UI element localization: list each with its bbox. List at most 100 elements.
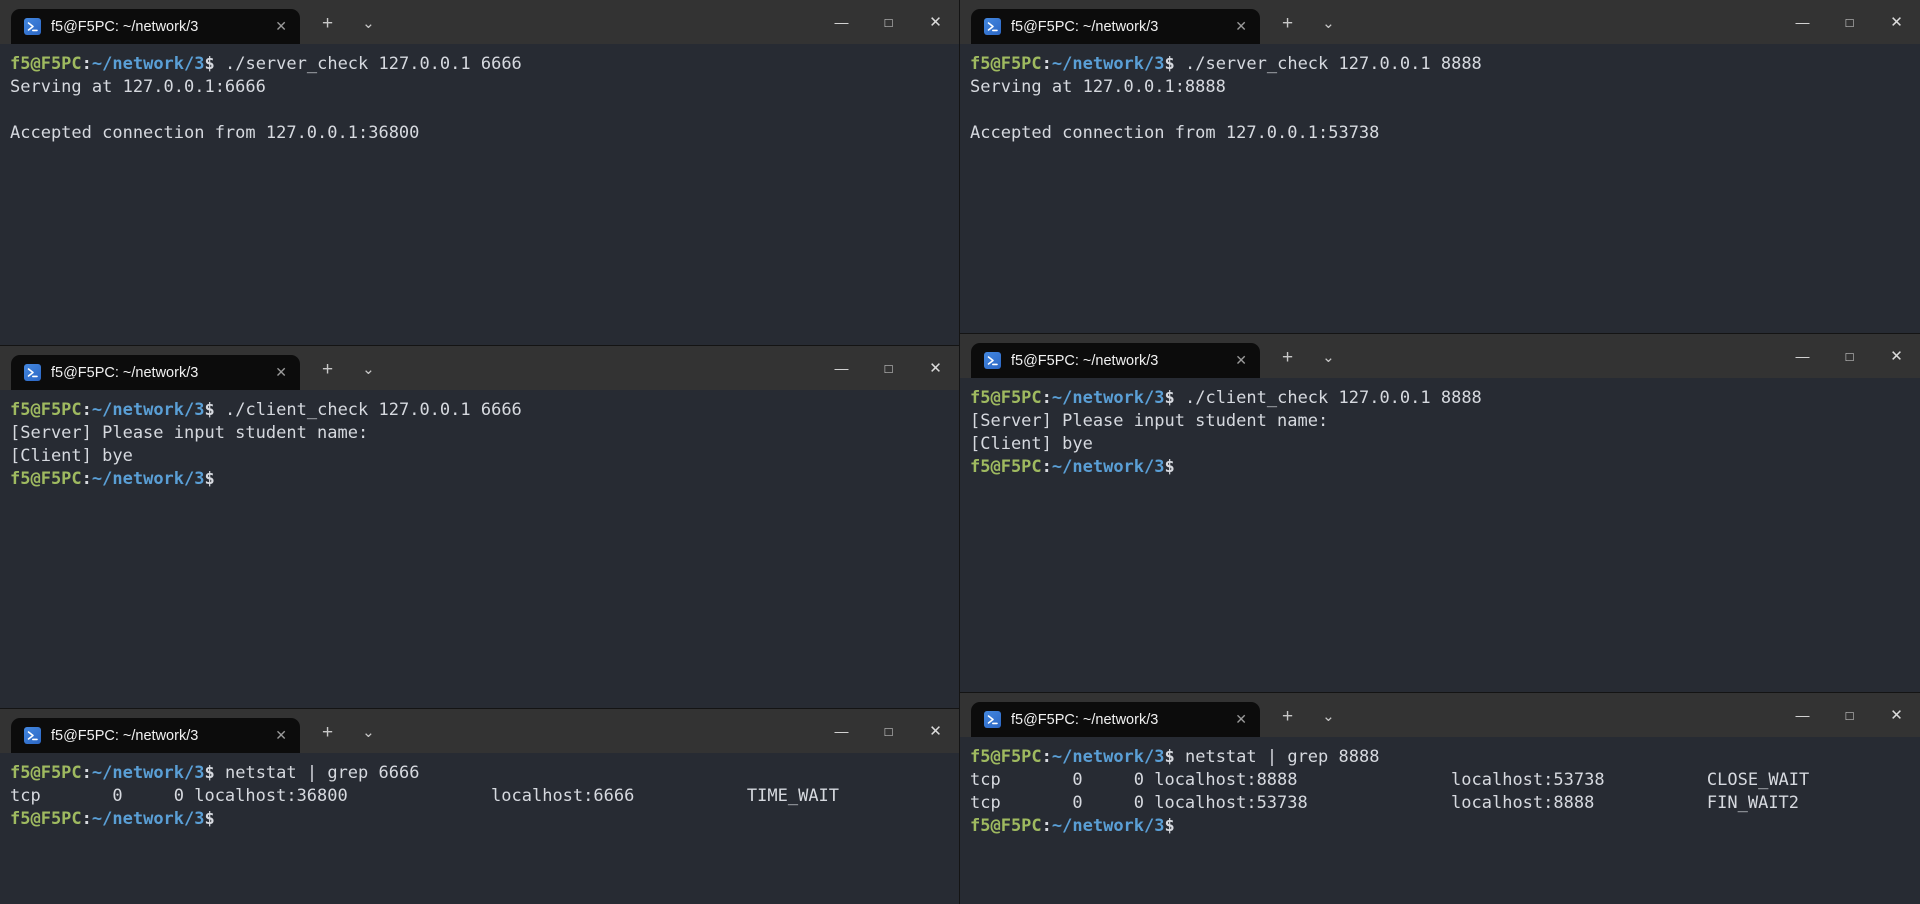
terminal-text-segment: ~/network/3 [92,400,205,420]
tab[interactable]: f5@F5PC: ~/network/3 ✕ [11,355,300,390]
new-tab-button[interactable]: + [322,722,333,744]
tab-dropdown-icon[interactable]: ⌄ [1322,707,1335,725]
new-tab-button[interactable]: + [1282,347,1293,369]
terminal-text-segment: f5@F5PC [10,763,82,783]
powershell-icon [984,18,1001,35]
tab-dropdown-icon[interactable]: ⌄ [362,14,375,32]
terminal-line: f5@F5PC:~/network/3$ [970,815,1910,838]
terminal-text-segment: ./server_check 127.0.0.1 6666 [215,54,522,74]
terminal-text-segment: : [82,469,92,489]
terminal-line: tcp 0 0 localhost:8888 localhost:53738 C… [970,769,1910,792]
close-button[interactable]: ✕ [912,0,959,44]
tab-close-icon[interactable]: ✕ [1232,352,1250,369]
terminal-line: tcp 0 0 localhost:53738 localhost:8888 F… [970,792,1910,815]
close-button[interactable]: ✕ [912,346,959,390]
terminal-text-segment: f5@F5PC [970,388,1042,408]
close-button[interactable]: ✕ [912,709,959,753]
maximize-button[interactable]: □ [865,346,912,390]
terminal-text-segment: Serving at 127.0.0.1:6666 [10,77,266,97]
minimize-button[interactable]: — [1779,693,1826,737]
maximize-button[interactable]: □ [1826,693,1873,737]
terminal-output[interactable]: f5@F5PC:~/network/3$ ./server_check 127.… [0,44,959,345]
maximize-button[interactable]: □ [865,0,912,44]
terminal-output[interactable]: f5@F5PC:~/network/3$ netstat | grep 8888… [960,737,1920,904]
tab[interactable]: f5@F5PC: ~/network/3 ✕ [971,343,1260,378]
titlebar[interactable]: f5@F5PC: ~/network/3 ✕ + ⌄ — □ ✕ [960,0,1920,44]
new-tab-button[interactable]: + [322,13,333,35]
terminal-text-segment: : [82,54,92,74]
terminal-text-segment: $ [1165,747,1175,767]
terminal-line: [Client] bye [10,445,949,468]
terminal-output[interactable]: f5@F5PC:~/network/3$ ./client_check 127.… [0,390,959,708]
tab[interactable]: f5@F5PC: ~/network/3 ✕ [11,9,300,44]
terminal-line: [Client] bye [970,433,1910,456]
titlebar[interactable]: f5@F5PC: ~/network/3 ✕ + ⌄ — □ ✕ [0,346,959,390]
new-tab-button[interactable]: + [1282,13,1293,35]
titlebar[interactable]: f5@F5PC: ~/network/3 ✕ + ⌄ — □ ✕ [0,709,959,753]
new-tab-button[interactable]: + [1282,706,1293,728]
terminal-output[interactable]: f5@F5PC:~/network/3$ netstat | grep 6666… [0,753,959,904]
terminal-text-segment: ~/network/3 [92,469,205,489]
minimize-button[interactable]: — [1779,334,1826,378]
minimize-button[interactable]: — [818,346,865,390]
titlebar[interactable]: f5@F5PC: ~/network/3 ✕ + ⌄ — □ ✕ [960,334,1920,378]
terminal-text-segment: $ [1165,816,1175,836]
terminal-text-segment: f5@F5PC [10,469,82,489]
terminal-line: tcp 0 0 localhost:36800 localhost:6666 T… [10,785,949,808]
terminal-text-segment: $ [1165,388,1175,408]
new-tab-button[interactable]: + [322,359,333,381]
close-button[interactable]: ✕ [1873,334,1920,378]
tab-dropdown-icon[interactable]: ⌄ [362,723,375,741]
close-button[interactable]: ✕ [1873,0,1920,44]
tab-close-icon[interactable]: ✕ [272,727,290,744]
tab[interactable]: f5@F5PC: ~/network/3 ✕ [971,702,1260,737]
minimize-button[interactable]: — [1779,0,1826,44]
tab-title: f5@F5PC: ~/network/3 [1011,19,1222,35]
tab-close-icon[interactable]: ✕ [1232,18,1250,35]
maximize-button[interactable]: □ [1826,0,1873,44]
terminal-text-segment: ~/network/3 [1052,747,1165,767]
minimize-button[interactable]: — [818,0,865,44]
titlebar[interactable]: f5@F5PC: ~/network/3 ✕ + ⌄ — □ ✕ [0,0,959,44]
terminal-line: f5@F5PC:~/network/3$ [10,468,949,491]
terminal-line: f5@F5PC:~/network/3$ ./server_check 127.… [10,53,949,76]
tab-dropdown-icon[interactable]: ⌄ [362,360,375,378]
terminal-text-segment: [Client] bye [970,434,1093,454]
terminal-window-netstat-6666: f5@F5PC: ~/network/3 ✕ + ⌄ — □ ✕ f5@F5PC… [0,709,959,904]
terminal-text-segment: netstat | grep 6666 [215,763,420,783]
minimize-button[interactable]: — [818,709,865,753]
terminal-output[interactable]: f5@F5PC:~/network/3$ ./server_check 127.… [960,44,1920,333]
tab[interactable]: f5@F5PC: ~/network/3 ✕ [971,9,1260,44]
tab-close-icon[interactable]: ✕ [1232,711,1250,728]
powershell-icon [24,364,41,381]
terminal-window-client-6666: f5@F5PC: ~/network/3 ✕ + ⌄ — □ ✕ f5@F5PC… [0,346,959,708]
tab[interactable]: f5@F5PC: ~/network/3 ✕ [11,718,300,753]
terminal-text-segment: $ [205,469,215,489]
window-controls: — □ ✕ [1779,334,1920,378]
terminal-text-segment: tcp 0 0 localhost:8888 localhost:53738 C… [970,770,1809,790]
terminal-text-segment: : [82,809,92,829]
window-controls: — □ ✕ [818,709,959,753]
terminal-output[interactable]: f5@F5PC:~/network/3$ ./client_check 127.… [960,378,1920,692]
titlebar[interactable]: f5@F5PC: ~/network/3 ✕ + ⌄ — □ ✕ [960,693,1920,737]
terminal-text-segment: ~/network/3 [1052,816,1165,836]
terminal-line [10,99,949,122]
terminal-text-segment: $ [205,54,215,74]
powershell-icon [24,727,41,744]
terminal-line: f5@F5PC:~/network/3$ ./client_check 127.… [10,399,949,422]
tab-dropdown-icon[interactable]: ⌄ [1322,14,1335,32]
maximize-button[interactable]: □ [865,709,912,753]
tab-title: f5@F5PC: ~/network/3 [1011,712,1222,728]
terminal-text-segment: f5@F5PC [970,54,1042,74]
tab-dropdown-icon[interactable]: ⌄ [1322,348,1335,366]
terminal-window-server-8888: f5@F5PC: ~/network/3 ✕ + ⌄ — □ ✕ f5@F5PC… [960,0,1920,333]
terminal-text-segment: Serving at 127.0.0.1:8888 [970,77,1226,97]
terminal-text-segment: $ [205,763,215,783]
close-button[interactable]: ✕ [1873,693,1920,737]
maximize-button[interactable]: □ [1826,334,1873,378]
tab-close-icon[interactable]: ✕ [272,18,290,35]
tab-close-icon[interactable]: ✕ [272,364,290,381]
terminal-text-segment: $ [1165,54,1175,74]
terminal-window-client-8888: f5@F5PC: ~/network/3 ✕ + ⌄ — □ ✕ f5@F5PC… [960,334,1920,692]
terminal-text-segment: tcp 0 0 localhost:53738 localhost:8888 F… [970,793,1799,813]
